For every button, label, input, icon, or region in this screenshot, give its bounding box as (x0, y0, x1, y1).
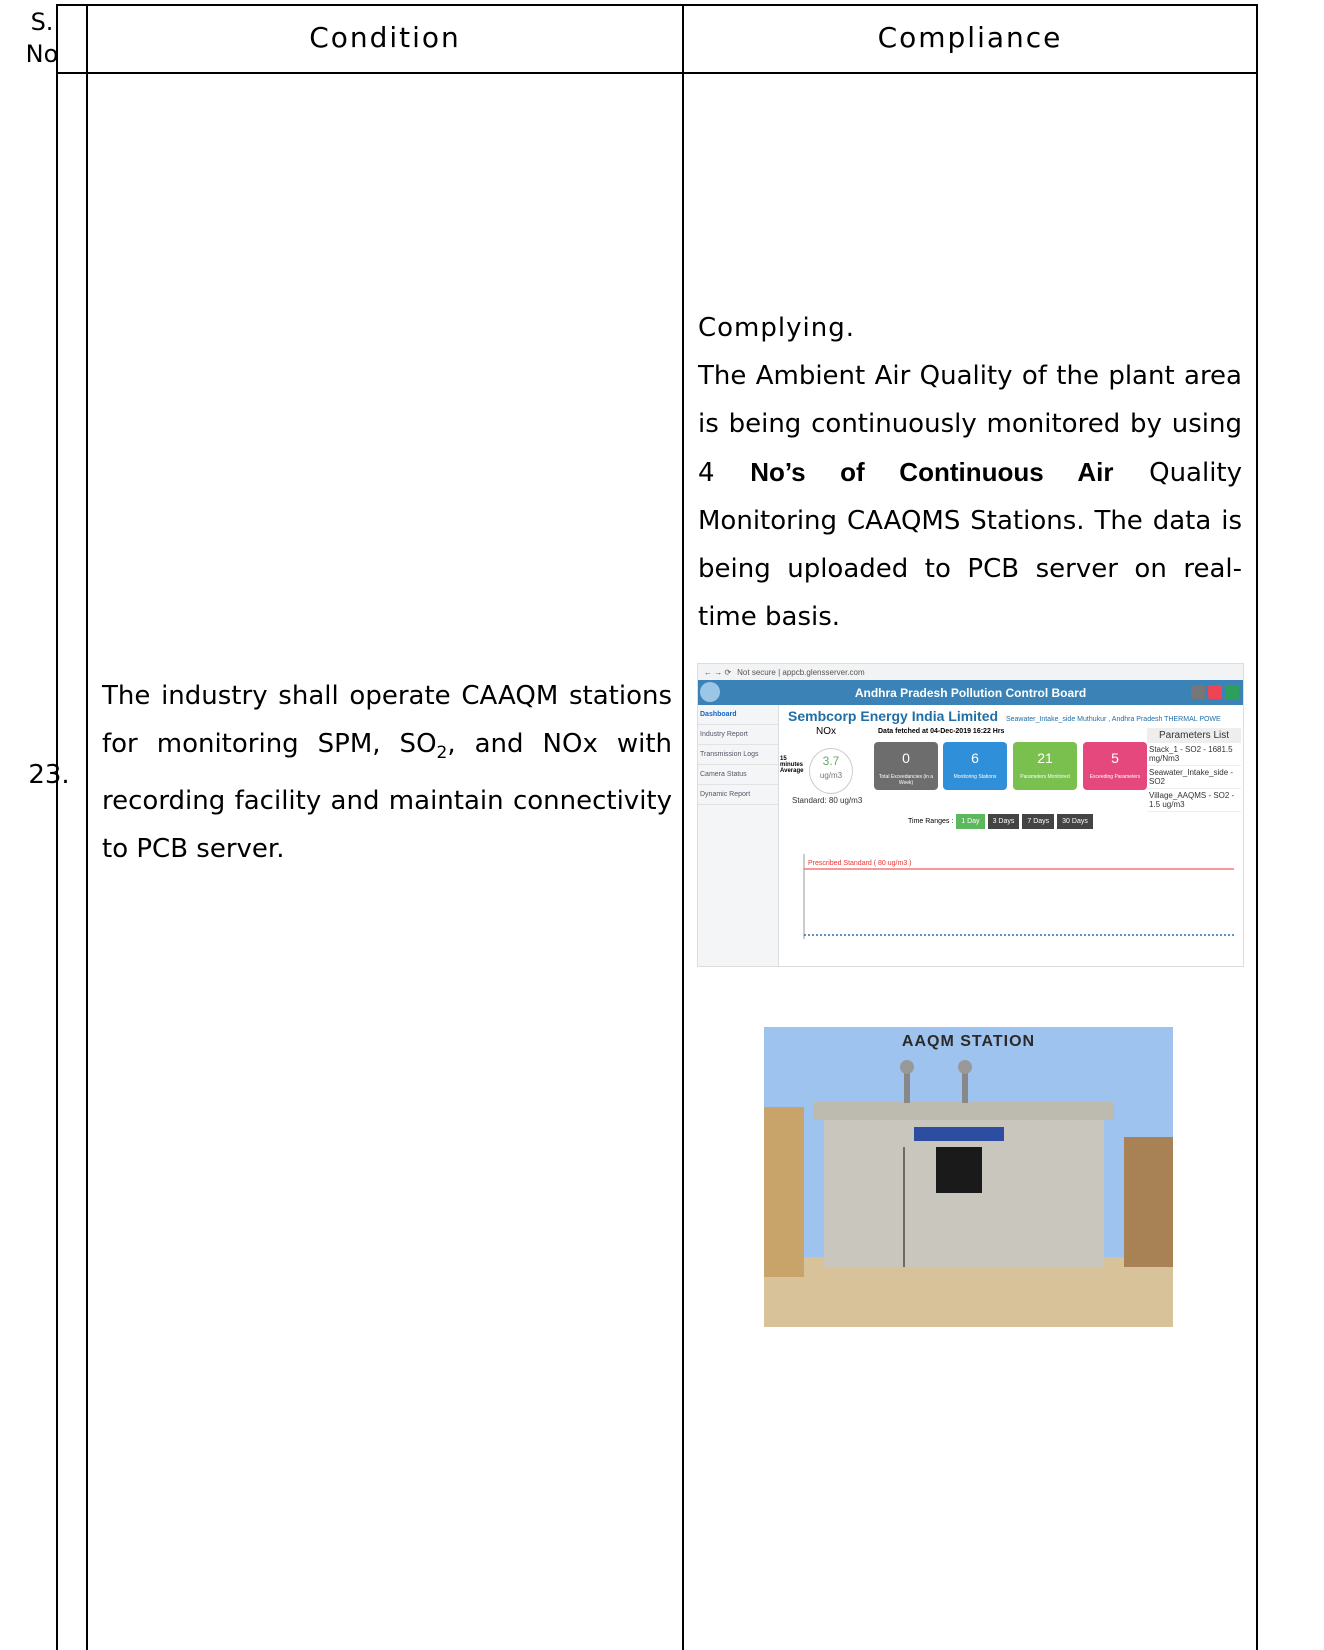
browser-address-bar: ← → ⟳ Not secure | appcb.glensserver.com (698, 664, 1243, 680)
gauge-unit: ug/m3 (819, 771, 843, 780)
header-condition-text: Condition (309, 21, 461, 54)
stat-card-label: Total Exceedancies (in a Week) (878, 774, 934, 786)
table-right-border (1256, 4, 1258, 1650)
board-title: Andhra Pradesh Pollution Control Board (854, 685, 1087, 700)
header-bottom-border (56, 72, 1258, 74)
trend-plot: Prescribed Standard ( 80 ug/m3 ) (803, 854, 1234, 939)
header-sno-text: S. No (25, 8, 59, 68)
condition-text: The industry shall operate CAAQM station… (102, 672, 672, 873)
condition-sub: 2 (436, 743, 448, 764)
company-title: Sembcorp Energy India Limited Seawater_I… (788, 708, 1221, 724)
station-illustration (764, 1027, 1173, 1327)
range-button: 30 Days (1057, 814, 1093, 829)
stat-card-value: 5 (1111, 750, 1119, 766)
plist-title: Parameters List (1147, 728, 1241, 743)
range-button: 3 Days (987, 814, 1020, 829)
stat-card-label: Monitoring Stations (953, 774, 997, 780)
compliance-bold: No’s of Continuous Air (750, 457, 1114, 487)
parameters-list: Parameters List Stack_1 - SO2 - 1681.5 m… (1147, 728, 1241, 812)
stat-card: 0 Total Exceedancies (in a Week) (874, 742, 938, 790)
standard-label: Standard: 80 ug/m3 (792, 796, 863, 805)
fetched-label: Data fetched at 04-Dec-2019 16:22 Hrs (878, 728, 1005, 735)
stat-card: 21 Parameters Monitored (1013, 742, 1077, 790)
col-divider-1 (86, 4, 88, 1650)
company-location: Seawater_Intake_side Muthukur , Andhra P… (1005, 716, 1221, 723)
nav-arrows-icon: ← → ⟳ (704, 667, 732, 677)
stat-card-value: 6 (971, 750, 979, 766)
notification-icon (1191, 685, 1205, 699)
ranges-label: Time Ranges : (908, 818, 954, 825)
mail-icon (1225, 685, 1239, 699)
alert-icon (1208, 685, 1222, 699)
stat-card-value: 21 (1037, 750, 1053, 766)
board-logo-icon (700, 682, 720, 702)
col-divider-2 (682, 4, 684, 1650)
compliance-text: Complying. The Ambient Air Quality of th… (698, 304, 1242, 641)
header-compliance: Compliance (684, 4, 1256, 72)
stat-card: 5 Exceeding Parameters (1083, 742, 1147, 790)
stat-card-label: Parameters Monitored (1020, 774, 1070, 780)
stat-card: 6 Monitoring Stations (943, 742, 1007, 790)
param-label: NOx (816, 726, 836, 737)
plist-item: Village_AAQMS - SO2 - 1.5 ug/m3 (1147, 789, 1241, 812)
time-ranges: Time Ranges : 1 Day 3 Days 7 Days 30 Day… (908, 814, 1093, 829)
nav-item: Camera Status (698, 765, 778, 785)
row-number: 23. (28, 760, 70, 790)
prescribed-label: Prescribed Standard ( 80 ug/m3 ) (808, 860, 912, 867)
dashboard-screenshot: ← → ⟳ Not secure | appcb.glensserver.com… (697, 663, 1244, 967)
plist-item: Seawater_Intake_side - SO2 (1147, 766, 1241, 789)
dashboard-topbar: Andhra Pradesh Pollution Control Board (698, 680, 1243, 705)
address-text: Not secure | appcb.glensserver.com (737, 667, 865, 677)
nav-item: Industry Report (698, 725, 778, 745)
header-compliance-text: Compliance (877, 21, 1063, 54)
avg-label: 15 minutes Average (780, 756, 804, 774)
value-gauge: 3.7 ug/m3 (809, 748, 853, 794)
aaqm-station-photo: AAQM STATION (764, 1027, 1173, 1327)
stat-card-value: 0 (902, 750, 910, 766)
range-button: 7 Days (1022, 814, 1055, 829)
compliance-lead: Complying. (698, 313, 855, 343)
table-left-border (56, 4, 58, 1650)
company-name: Sembcorp Energy India Limited (788, 708, 999, 724)
topbar-icons (1191, 685, 1239, 699)
gauge-value: 3.7 (822, 754, 840, 768)
nav-item: Dynamic Report (698, 785, 778, 805)
dashboard-sidebar: Dashboard Industry Report Transmission L… (698, 705, 779, 966)
header-sno: S. No (22, 4, 62, 72)
header-condition: Condition (88, 4, 682, 72)
stat-card-label: Exceeding Parameters (1089, 774, 1141, 780)
photo-title: AAQM STATION (901, 1033, 1036, 1050)
nav-item: Dashboard (698, 705, 778, 725)
range-button: 1 Day (956, 814, 985, 829)
plist-item: Stack_1 - SO2 - 1681.5 mg/Nm3 (1147, 743, 1241, 766)
nav-item: Transmission Logs (698, 745, 778, 765)
